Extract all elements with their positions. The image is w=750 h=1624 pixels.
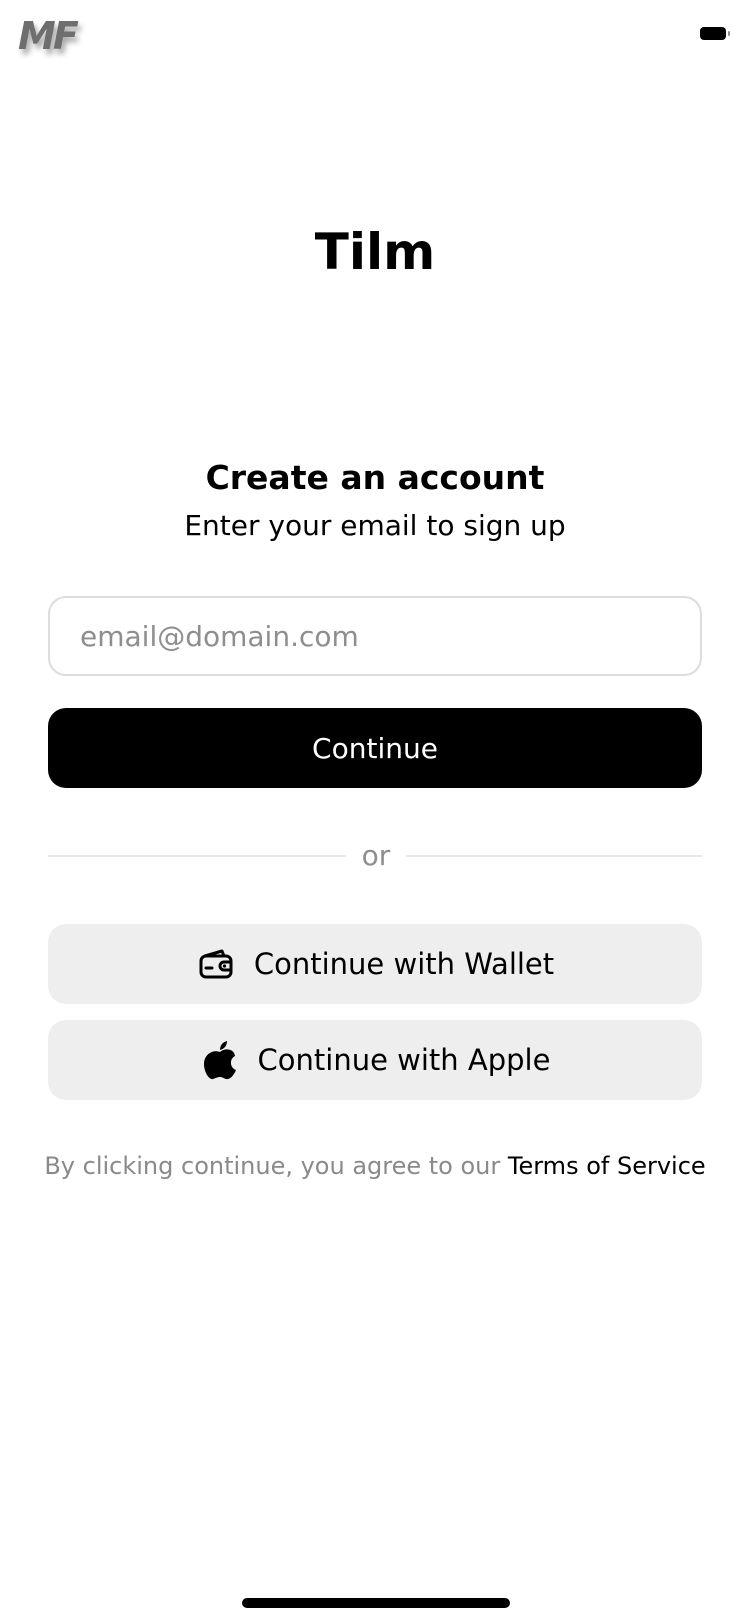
apple-icon [200, 1040, 240, 1080]
apple-button-label: Continue with Apple [257, 1043, 551, 1077]
terms-notice: By clicking continue, you agree to our T… [0, 1146, 750, 1186]
wallet-icon [196, 944, 236, 984]
divider-line-right [406, 855, 702, 857]
terms-prefix: By clicking continue, you agree to our [44, 1152, 508, 1180]
continue-button[interactable]: Continue [48, 708, 702, 788]
continue-button-label: Continue [312, 731, 438, 765]
signup-subheading: Enter your email to sign up [184, 509, 566, 542]
wallet-button-label: Continue with Wallet [253, 947, 555, 981]
home-indicator [242, 1598, 510, 1608]
divider-line-left [48, 855, 346, 857]
email-input[interactable] [48, 596, 702, 676]
signup-heading: Create an account [205, 458, 545, 497]
or-divider: or [48, 836, 702, 876]
battery-icon [700, 27, 730, 41]
terms-of-service-link[interactable]: Terms of Service [508, 1152, 706, 1180]
divider-text: or [361, 839, 391, 872]
mf-logo: MF [18, 14, 79, 58]
continue-with-wallet-button[interactable]: Continue with Wallet [48, 924, 702, 1004]
continue-with-apple-button[interactable]: Continue with Apple [48, 1020, 702, 1100]
app-title: Tilm [314, 223, 436, 281]
status-bar: MF [0, 0, 750, 80]
